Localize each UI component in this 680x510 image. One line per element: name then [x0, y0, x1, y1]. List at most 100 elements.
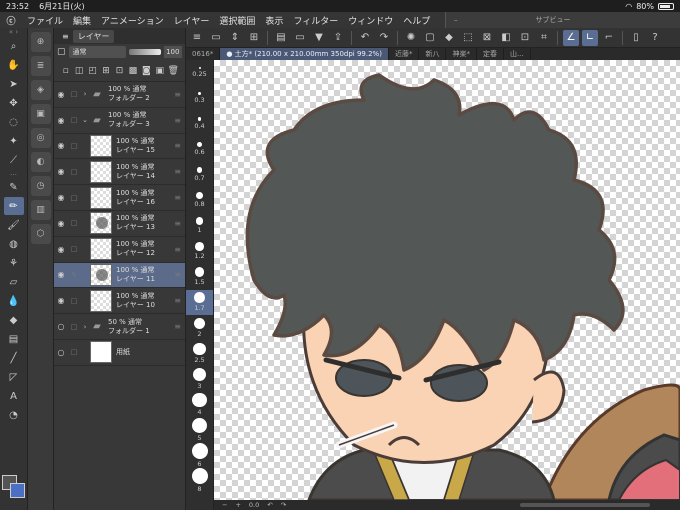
layer-mask-icon[interactable]: ▣: [154, 64, 165, 77]
lock-toggle-icon[interactable]: □: [68, 245, 80, 253]
transform-icon[interactable]: ⬚: [460, 30, 476, 46]
plus-icon[interactable]: +: [235, 501, 240, 509]
eye-icon[interactable]: ◉: [54, 193, 68, 202]
tablet-icon[interactable]: ▯: [628, 30, 644, 46]
hand-tool-icon[interactable]: ✋: [4, 56, 24, 74]
lock-toggle-icon[interactable]: □: [68, 116, 80, 124]
lock-layer-icon[interactable]: ⊡: [114, 64, 125, 77]
drag-handle-icon[interactable]: ≡: [174, 193, 181, 202]
brush-size-1.2[interactable]: 1.2: [186, 239, 213, 265]
new-raster-layer-icon[interactable]: ▫: [60, 64, 71, 77]
color-swatch[interactable]: [2, 475, 26, 505]
lock-transparency-icon[interactable]: ▩: [127, 64, 138, 77]
menu-filter[interactable]: フィルター: [288, 14, 343, 27]
drag-handle-icon[interactable]: ≡: [174, 245, 181, 254]
crop-icon[interactable]: ⌗: [536, 30, 552, 46]
fill-icon[interactable]: ◆: [441, 30, 457, 46]
layer-row-folder-3[interactable]: ◉ □ ⌄ ▰ 100 % 通常 フォルダー 3 ≡: [54, 108, 185, 134]
chevron-right-icon[interactable]: ›: [80, 323, 90, 331]
layer-row-13[interactable]: ◉ □ 100 % 通常 レイヤー 13 ≡: [54, 211, 185, 237]
layer-row-14[interactable]: ◉ □ 100 % 通常 レイヤー 14 ≡: [54, 159, 185, 186]
decoration-tool-icon[interactable]: ⚘: [4, 254, 24, 272]
layer-panel-menu-icon[interactable]: ≡: [62, 32, 69, 41]
brush-size-5[interactable]: 5: [186, 417, 213, 443]
loading-icon[interactable]: ✺: [403, 30, 419, 46]
drag-handle-icon[interactable]: ≡: [174, 116, 181, 125]
tab-hijikata[interactable]: ● 土方* (210.00 x 210.00mm 350dpi 99.2%): [220, 48, 389, 60]
eye-icon[interactable]: ◉: [54, 141, 68, 150]
chevron-down-icon[interactable]: ⌄: [80, 116, 90, 124]
layer-row-folder-1[interactable]: ○ □ › ▰ 50 % 通常 フォルダー 1 ≡: [54, 314, 185, 340]
layer-row-paper[interactable]: ○ □ 用紙: [54, 340, 185, 366]
brush-size-1[interactable]: 1: [186, 213, 213, 239]
opacity-slider[interactable]: [129, 49, 161, 55]
drag-handle-icon[interactable]: ≡: [174, 270, 181, 279]
zoom-tool-icon[interactable]: ⌕: [4, 37, 24, 55]
brush-size-3[interactable]: 3: [186, 366, 213, 392]
grid-toggle-icon[interactable]: ⊞: [246, 30, 262, 46]
eye-icon[interactable]: ◉: [54, 296, 68, 305]
eye-icon[interactable]: ◉: [54, 219, 68, 228]
expand-icon[interactable]: ⊡: [517, 30, 533, 46]
drag-handle-icon[interactable]: ≡: [174, 141, 181, 150]
drawing-canvas[interactable]: [214, 60, 680, 500]
menu-layer[interactable]: レイヤー: [169, 14, 215, 27]
menu-selection[interactable]: 選択範囲: [214, 14, 260, 27]
export-icon[interactable]: ⇪: [330, 30, 346, 46]
pencil-tool-icon[interactable]: ✏: [3, 197, 24, 215]
dock-material-icon[interactable]: ▣: [30, 104, 51, 124]
frame-tool-icon[interactable]: ◸: [4, 368, 24, 386]
drag-handle-icon[interactable]: ≡: [174, 296, 181, 305]
layer-row-16[interactable]: ◉ □ 100 % 通常 レイヤー 16 ≡: [54, 185, 185, 211]
opacity-value[interactable]: 100: [163, 46, 183, 58]
layer-row-11[interactable]: ◉ ✎ 100 % 通常 レイヤー 11 ≡: [54, 262, 185, 289]
redo-icon[interactable]: ↷: [376, 30, 392, 46]
eraser-tool-icon[interactable]: ▱: [4, 273, 24, 291]
fill-tool-icon[interactable]: ◆: [4, 311, 24, 329]
dock-color-icon[interactable]: ◐: [30, 152, 51, 172]
stabilizer-1-icon[interactable]: ∠: [563, 29, 579, 46]
balloon-tool-icon[interactable]: ◔: [4, 406, 24, 424]
tab-kondo[interactable]: 近藤*: [389, 48, 420, 60]
subview-panel-header[interactable]: – サブビュー: [445, 12, 680, 28]
blend-mode-select[interactable]: 通常: [68, 46, 127, 58]
menu-animation[interactable]: アニメーション: [96, 14, 169, 27]
menu-help[interactable]: ヘルプ: [398, 14, 435, 27]
rotate-right-icon[interactable]: ↷: [281, 501, 286, 509]
chevron-right-icon[interactable]: ›: [80, 90, 90, 98]
blend-tool-icon[interactable]: 💧: [4, 292, 24, 310]
operation-tool-icon[interactable]: ➤: [4, 75, 24, 93]
brush-size-0.8[interactable]: 0.8: [186, 188, 213, 214]
drag-handle-icon[interactable]: ≡: [174, 322, 181, 331]
layer-select-icon[interactable]: ▭: [208, 30, 224, 46]
tab-0616[interactable]: 0616*: [186, 48, 221, 60]
layer-panel-tab[interactable]: レイヤー: [72, 29, 115, 43]
stabilizer-3-icon[interactable]: ⌐: [601, 30, 617, 46]
clear-icon[interactable]: ▢: [422, 30, 438, 46]
undo-icon[interactable]: ↶: [357, 30, 373, 46]
open-icon[interactable]: ▭: [292, 30, 308, 46]
new-canvas-icon[interactable]: ▤: [273, 30, 289, 46]
tab-yama[interactable]: 山...: [504, 48, 531, 60]
stepper-icon[interactable]: ⇕: [227, 30, 243, 46]
brush-tool-icon[interactable]: 🖌: [4, 216, 24, 234]
dock-sub-tool-icon[interactable]: ▥: [30, 200, 51, 220]
zoom-value[interactable]: 0.0: [249, 501, 259, 509]
brush-size-8[interactable]: 8: [186, 468, 213, 494]
pen-tool-icon[interactable]: ✎: [4, 178, 24, 196]
help-icon[interactable]: ?: [647, 30, 663, 46]
brush-size-1.7[interactable]: 1.7: [186, 289, 213, 315]
eye-off-icon[interactable]: ○: [54, 322, 68, 331]
menu-window[interactable]: ウィンドウ: [343, 14, 398, 27]
brush-size-6[interactable]: 6: [186, 442, 213, 469]
dock-3d-icon[interactable]: ⬡: [30, 224, 51, 244]
brush-size-0.6[interactable]: 0.6: [186, 137, 213, 163]
dock-history-icon[interactable]: ◷: [30, 176, 51, 196]
eye-icon[interactable]: ◉: [54, 270, 68, 279]
magic-wand-tool-icon[interactable]: ✦: [4, 132, 24, 150]
subview-minimize-button[interactable]: –: [454, 16, 458, 24]
delete-layer-icon[interactable]: 🗑: [168, 64, 179, 77]
reference-layer-icon[interactable]: ⊞: [100, 64, 111, 77]
brush-size-0.25[interactable]: 0.25: [186, 60, 213, 86]
eye-off-icon[interactable]: ○: [54, 348, 68, 357]
